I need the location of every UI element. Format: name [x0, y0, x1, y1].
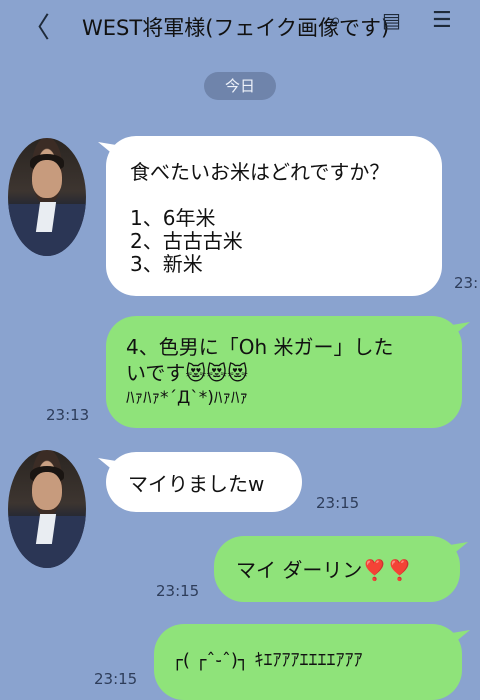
- message-bubble[interactable]: 4、色男に「Oh 米ガー」した いです😻😻😻 ﾊｧﾊｧ*´Д`*)ﾊｧﾊｧ: [106, 316, 462, 428]
- message-text: 2、古古古米: [130, 229, 243, 253]
- message-bubble[interactable]: マイ ダーリン❣️❣️: [214, 536, 460, 602]
- search-icon[interactable]: ⌕: [330, 8, 341, 32]
- chevron-left-icon[interactable]: 〈: [22, 6, 50, 46]
- date-separator: 今日: [204, 72, 276, 100]
- message-text: 食べたいお米はどれですか？: [130, 160, 390, 184]
- message-text: ﾊｧﾊｧ*´Д`*)ﾊｧﾊｧ: [126, 388, 248, 408]
- message-bubble[interactable]: マイりましたw: [106, 452, 302, 512]
- notes-icon[interactable]: ▤: [382, 8, 401, 32]
- message-time: 23:15: [316, 494, 360, 512]
- message-bubble[interactable]: 食べたいお米はどれですか？ 1、6年米 2、古古古米 3、新米: [106, 136, 442, 296]
- message-text: ┌( ┌ˆ֊ˆ)┐ ｷｴｱｱｱｴｴｴｴｱｱｱ: [172, 650, 363, 671]
- message-time: 23:: [454, 274, 479, 292]
- message-text: 3、新米: [130, 252, 203, 276]
- message-text: 4、色男に「Oh 米ガー」した: [126, 335, 394, 359]
- message-bubble[interactable]: ┌( ┌ˆ֊ˆ)┐ ｷｴｱｱｱｴｴｴｴｱｱｱ: [154, 624, 462, 700]
- message-text: マイ ダーリン❣️❣️: [236, 558, 413, 582]
- avatar[interactable]: [8, 450, 86, 568]
- message-time: 23:15: [156, 582, 200, 600]
- message-time: 23:13: [46, 406, 90, 424]
- message-text: マイりましたw: [128, 472, 265, 496]
- message-text: いです😻😻😻: [126, 361, 248, 385]
- chat-header: 〈 WEST将軍様(フェイク画像です) ⌕ ▤ ☰: [0, 0, 480, 52]
- message-text: 1、6年米: [130, 206, 216, 230]
- message-time: 23:15: [94, 670, 138, 688]
- chat-title: WEST将軍様(フェイク画像です): [82, 16, 390, 40]
- avatar[interactable]: [8, 138, 86, 256]
- menu-icon[interactable]: ☰: [432, 8, 452, 33]
